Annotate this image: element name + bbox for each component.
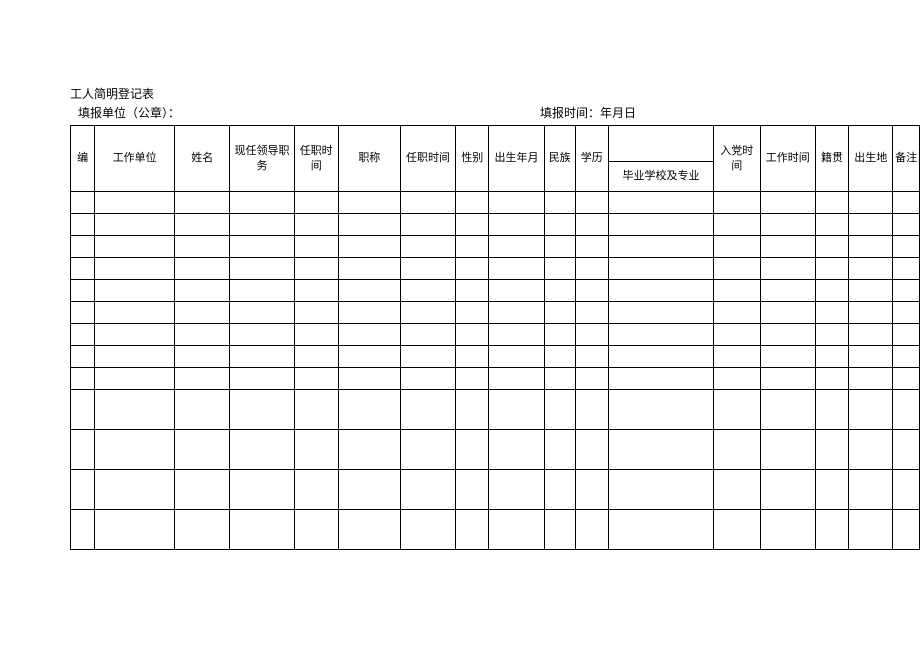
filling-time-value: 年月日 [600, 106, 636, 120]
table-row [71, 346, 920, 368]
document-title: 工人简明登记表 [70, 85, 860, 102]
registration-table: 编 工作单位 姓名 现任领导职务 任职时间 职称 任职时间 性别 出生年月 民族… [70, 125, 920, 550]
col-school-bottom: 毕业学校及专业 [608, 162, 713, 192]
col-title-time: 任职时间 [400, 126, 455, 192]
table-row [71, 324, 920, 346]
col-birth-place: 出生地 [849, 126, 893, 192]
col-index: 编 [71, 126, 95, 192]
table-row [71, 258, 920, 280]
table-row [71, 470, 920, 510]
filling-unit-label: 填报单位（公章）： [70, 104, 180, 121]
table-row [71, 390, 920, 430]
col-current-position: 现任领导职务 [230, 126, 294, 192]
col-birth-date: 出生年月 [489, 126, 544, 192]
col-remarks: 备注 [893, 126, 920, 192]
col-position-time: 任职时间 [294, 126, 338, 192]
table-row [71, 430, 920, 470]
table-row [71, 302, 920, 324]
col-name: 姓名 [175, 126, 230, 192]
col-title: 职称 [338, 126, 400, 192]
col-ethnicity: 民族 [544, 126, 575, 192]
col-school-top [608, 126, 713, 162]
table-row [71, 192, 920, 214]
col-party-time: 入党时间 [714, 126, 760, 192]
col-gender: 性别 [456, 126, 489, 192]
table-row [71, 368, 920, 390]
filling-time-label: 填报时间： [540, 106, 600, 120]
table-row [71, 280, 920, 302]
col-work-unit: 工作单位 [95, 126, 175, 192]
table-row [71, 214, 920, 236]
table-row [71, 236, 920, 258]
table-body [71, 192, 920, 550]
col-education: 学历 [575, 126, 608, 192]
col-work-time: 工作时间 [760, 126, 815, 192]
col-native-place: 籍贯 [815, 126, 848, 192]
table-row [71, 510, 920, 550]
